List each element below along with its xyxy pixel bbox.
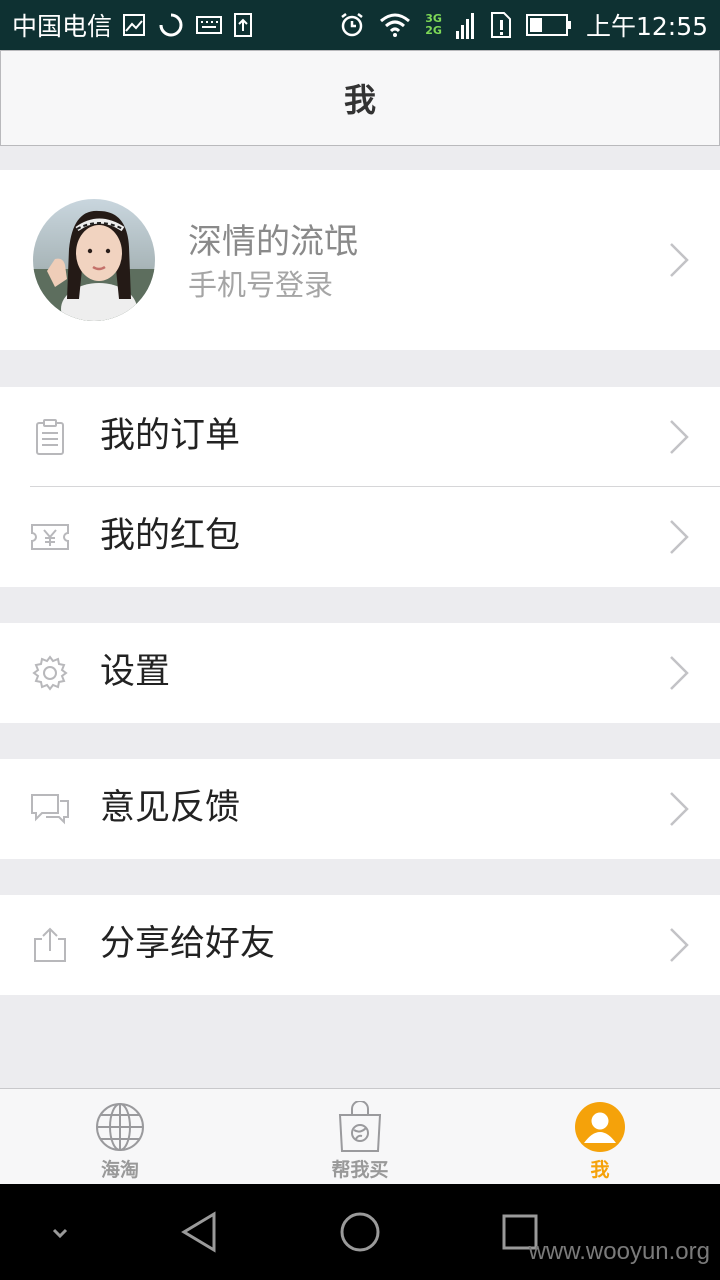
gallery-icon (123, 14, 146, 36)
network-type: 3G 2G (425, 13, 442, 37)
tab-me[interactable]: 我 (480, 1089, 720, 1184)
battery-icon (525, 14, 571, 36)
shopping-bag-icon (338, 1101, 382, 1152)
share-upload-icon (34, 927, 66, 962)
back-icon[interactable] (176, 1208, 224, 1256)
menu-label-share: 分享给好友 (100, 924, 276, 964)
menu-item-orders[interactable]: 我的订单 (0, 387, 720, 487)
avatar-photo (33, 199, 155, 321)
sim-alert-icon (490, 12, 511, 38)
chevron-right-icon (670, 420, 689, 454)
menu-item-settings[interactable]: 设置 (0, 623, 720, 723)
keyboard-icon (196, 16, 223, 34)
gear-icon (32, 655, 68, 691)
net-2g-label: 2G (425, 24, 442, 37)
tab-haitao[interactable]: 海淘 (0, 1089, 240, 1184)
chevron-right-icon (670, 656, 689, 690)
sync-icon (159, 13, 183, 37)
tab-label-help-buy: 帮我买 (331, 1159, 389, 1181)
clipboard-icon (36, 419, 64, 455)
globe-icon (96, 1103, 144, 1151)
person-icon (575, 1102, 625, 1152)
tab-label-haitao: 海淘 (100, 1159, 139, 1181)
menu-label-feedback: 意见反馈 (100, 788, 241, 828)
profile-card[interactable]: 深情的流氓 手机号登录 (0, 170, 720, 350)
page-header: 我 (0, 50, 720, 146)
wifi-icon (380, 13, 411, 37)
signal-icon (455, 13, 474, 39)
chevron-right-icon (670, 243, 689, 277)
carrier-name: 中国电信 (12, 12, 113, 41)
chevron-right-icon (670, 520, 689, 554)
system-nav-bar: www.wooyun.org (0, 1184, 720, 1280)
menu-item-share[interactable]: 分享给好友 (0, 895, 720, 995)
chevron-right-icon (670, 792, 689, 826)
menu-item-feedback[interactable]: 意见反馈 (0, 759, 720, 859)
status-bar: 中国电信 3G 2G 上午12:55 (0, 0, 720, 50)
menu-label-red-packets: 我的红包 (100, 516, 241, 556)
tab-label-me: 我 (590, 1159, 610, 1181)
page-title: 我 (343, 81, 376, 119)
menu-label-orders: 我的订单 (100, 416, 241, 456)
avatar[interactable] (33, 199, 155, 321)
menu-item-red-packets[interactable]: 我的红包 (0, 487, 720, 587)
clock: 上午12:55 (585, 12, 708, 41)
profile-login-type: 手机号登录 (188, 268, 334, 302)
upload-icon (234, 13, 253, 37)
chevron-right-icon (670, 928, 689, 962)
bottom-tab-bar: 海淘 帮我买 我 (0, 1088, 720, 1184)
profile-name: 深情的流氓 (188, 222, 358, 262)
tab-help-buy[interactable]: 帮我买 (240, 1089, 480, 1184)
menu-label-settings: 设置 (100, 652, 171, 692)
home-icon[interactable] (336, 1208, 384, 1256)
chat-bubbles-icon (31, 794, 69, 825)
ticket-yen-icon (31, 524, 69, 550)
watermark: www.wooyun.org (528, 1238, 710, 1265)
chevron-down-icon[interactable] (36, 1208, 84, 1256)
alarm-icon (341, 13, 364, 37)
